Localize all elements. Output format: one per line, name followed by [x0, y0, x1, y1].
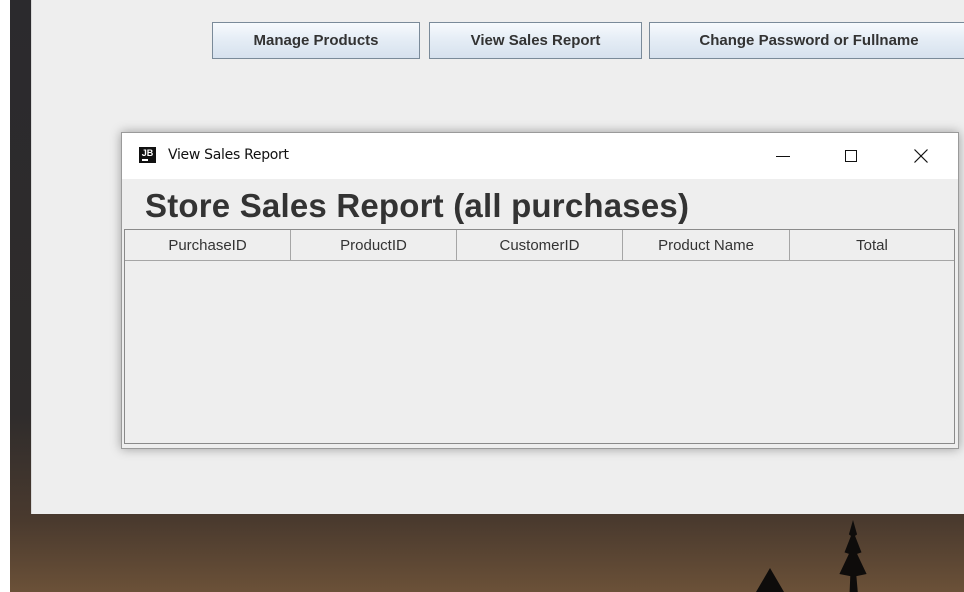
screen-edge — [0, 0, 10, 592]
manage-products-button[interactable]: Manage Products — [212, 22, 420, 59]
column-header-product-name[interactable]: Product Name — [623, 230, 790, 260]
tree-silhouette — [756, 568, 784, 592]
column-header-total[interactable]: Total — [790, 230, 954, 260]
column-header-purchaseid[interactable]: PurchaseID — [125, 230, 291, 260]
close-button[interactable] — [898, 133, 944, 179]
java-app-icon: JB — [139, 147, 156, 163]
table-body[interactable] — [125, 261, 954, 443]
column-header-productid[interactable]: ProductID — [291, 230, 457, 260]
view-sales-report-button[interactable]: View Sales Report — [429, 22, 642, 59]
report-heading: Store Sales Report (all purchases) — [145, 187, 690, 224]
column-header-customerid[interactable]: CustomerID — [457, 230, 623, 260]
minimize-button[interactable] — [760, 133, 806, 179]
maximize-button[interactable] — [828, 133, 874, 179]
dialog-title: View Sales Report — [168, 147, 289, 163]
maximize-icon — [845, 150, 857, 162]
minimize-icon — [776, 156, 790, 157]
sales-report-dialog: JB View Sales Report Store Sales Report … — [121, 132, 959, 449]
dialog-titlebar[interactable]: JB View Sales Report — [122, 133, 958, 179]
table-header: PurchaseID ProductID CustomerID Product … — [125, 230, 954, 261]
change-password-button[interactable]: Change Password or Fullname — [649, 22, 964, 59]
close-icon — [914, 149, 928, 163]
tree-silhouette — [839, 520, 867, 592]
sales-table[interactable]: PurchaseID ProductID CustomerID Product … — [124, 229, 955, 444]
